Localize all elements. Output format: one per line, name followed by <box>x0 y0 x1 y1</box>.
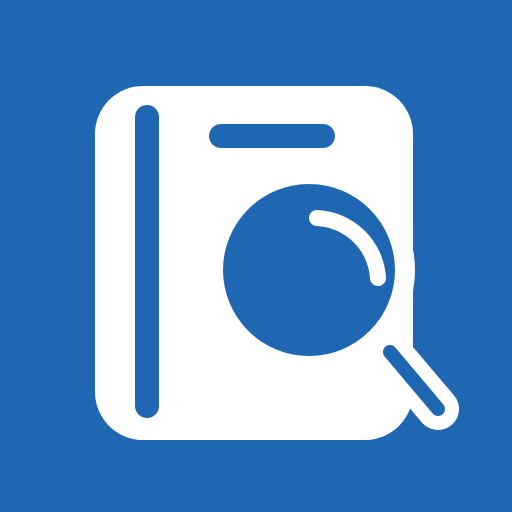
book-spine-line <box>135 105 159 418</box>
book-title-line <box>209 124 335 148</box>
book-search-icon <box>0 0 512 512</box>
